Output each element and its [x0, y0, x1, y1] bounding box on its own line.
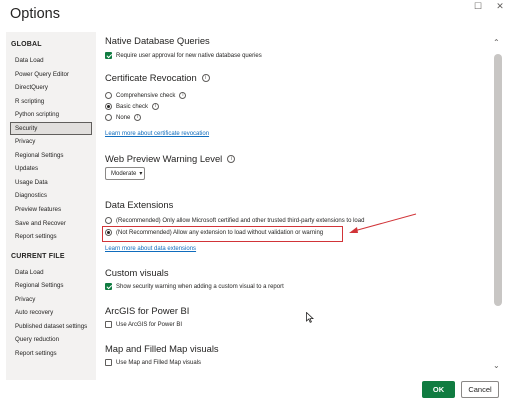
native-db-checkbox-label: Require user approval for new native dat…	[116, 52, 262, 59]
chevron-down-icon: ▾	[139, 171, 143, 177]
sidebar-item-file-data-load[interactable]: Data Load	[6, 266, 96, 280]
radio-comprehensive-check[interactable]	[105, 92, 112, 99]
info-icon[interactable]: i	[134, 114, 142, 121]
scroll-down-icon[interactable]: ⌄	[493, 361, 500, 370]
radio-none[interactable]	[105, 114, 112, 121]
sidebar-item-report-settings[interactable]: Report settings	[6, 230, 96, 244]
sidebar-item-updates[interactable]: Updates	[6, 162, 96, 176]
warning-level-dropdown[interactable]: Moderate ▾	[105, 167, 145, 180]
sidebar-item-power-query-editor[interactable]: Power Query Editor	[6, 68, 96, 82]
custom-visuals-checkbox[interactable]	[105, 283, 112, 290]
extensions-option-recommended[interactable]: (Recommended) Only allow Microsoft certi…	[105, 217, 364, 224]
native-db-checkbox[interactable]	[105, 52, 112, 59]
data-extensions-title: Data Extensions	[105, 199, 174, 210]
info-icon[interactable]: i	[152, 103, 160, 110]
sidebar-item-published-dataset-settings[interactable]: Published dataset settings	[6, 320, 96, 334]
sidebar-item-usage-data[interactable]: Usage Data	[6, 176, 96, 190]
dialog-title: Options	[10, 6, 60, 22]
maps-checkbox-row[interactable]: Use Map and Filled Map visuals	[105, 359, 201, 366]
window-controls: ☐ ✕	[472, 1, 506, 11]
scroll-up-icon[interactable]: ⌃	[493, 38, 500, 47]
sidebar-item-save-and-recover[interactable]: Save and Recover	[6, 217, 96, 231]
sidebar-item-security[interactable]: Security	[10, 121, 92, 136]
sidebar-item-diagnostics[interactable]: Diagnostics	[6, 189, 96, 203]
arcgis-checkbox[interactable]	[105, 321, 112, 328]
close-icon[interactable]: ✕	[494, 1, 506, 11]
restore-icon[interactable]: ☐	[472, 1, 484, 11]
ok-button[interactable]: OK	[422, 381, 455, 398]
warning-level-value: Moderate	[111, 170, 137, 177]
mouse-cursor-icon	[306, 312, 314, 323]
sidebar-item-regional-settings[interactable]: Regional Settings	[6, 149, 96, 163]
custom-visuals-checkbox-row[interactable]: Show security warning when adding a cust…	[105, 283, 284, 290]
sidebar-section-global: GLOBAL	[11, 41, 42, 48]
sidebar-item-file-report-settings[interactable]: Report settings	[6, 347, 96, 361]
cert-option-basic[interactable]: Basic check i	[105, 103, 160, 110]
maps-checkbox[interactable]	[105, 359, 112, 366]
radio-recommended[interactable]	[105, 217, 112, 224]
cert-option-none[interactable]: None i	[105, 114, 142, 121]
data-extensions-link[interactable]: Learn more about data extensions	[105, 246, 196, 252]
maps-title: Map and Filled Map visuals	[105, 343, 219, 354]
scrollbar-thumb[interactable]	[494, 54, 502, 306]
cert-revocation-title: Certificate Revocation i	[105, 72, 210, 83]
sidebar-item-file-privacy[interactable]: Privacy	[6, 293, 96, 307]
info-icon[interactable]: i	[201, 73, 210, 82]
sidebar-item-python-scripting[interactable]: Python scripting	[6, 108, 96, 122]
security-settings-pane: Native Database Queries Require user app…	[96, 32, 498, 372]
arcgis-title: ArcGIS for Power BI	[105, 305, 190, 316]
sidebar-item-data-load[interactable]: Data Load	[6, 54, 96, 68]
web-preview-title: Web Preview Warning Level i	[105, 153, 236, 164]
sidebar-item-privacy[interactable]: Privacy	[6, 135, 96, 149]
radio-basic-check[interactable]	[105, 103, 112, 110]
cert-option-comprehensive[interactable]: Comprehensive check i	[105, 92, 187, 99]
cancel-button[interactable]: Cancel	[461, 381, 499, 398]
info-icon[interactable]: i	[179, 92, 187, 99]
content-scrollbar[interactable]: ⌃ ⌄	[491, 32, 505, 372]
info-icon[interactable]: i	[227, 154, 236, 163]
cert-revocation-link[interactable]: Learn more about certificate revocation	[105, 131, 209, 137]
sidebar-item-directquery[interactable]: DirectQuery	[6, 81, 96, 95]
arcgis-checkbox-row[interactable]: Use ArcGIS for Power BI	[105, 321, 182, 328]
sidebar-item-r-scripting[interactable]: R scripting	[6, 95, 96, 109]
options-sidebar: GLOBAL Data Load Power Query Editor Dire…	[6, 32, 96, 380]
native-db-title: Native Database Queries	[105, 35, 210, 46]
sidebar-item-file-regional-settings[interactable]: Regional Settings	[6, 279, 96, 293]
sidebar-item-query-reduction[interactable]: Query reduction	[6, 333, 96, 347]
custom-visuals-title: Custom visuals	[105, 267, 169, 278]
sidebar-item-preview-features[interactable]: Preview features	[6, 203, 96, 217]
sidebar-item-auto-recovery[interactable]: Auto recovery	[6, 306, 96, 320]
native-db-checkbox-row[interactable]: Require user approval for new native dat…	[105, 52, 262, 59]
sidebar-section-current-file: CURRENT FILE	[11, 252, 65, 260]
annotation-highlight-box	[102, 226, 343, 242]
